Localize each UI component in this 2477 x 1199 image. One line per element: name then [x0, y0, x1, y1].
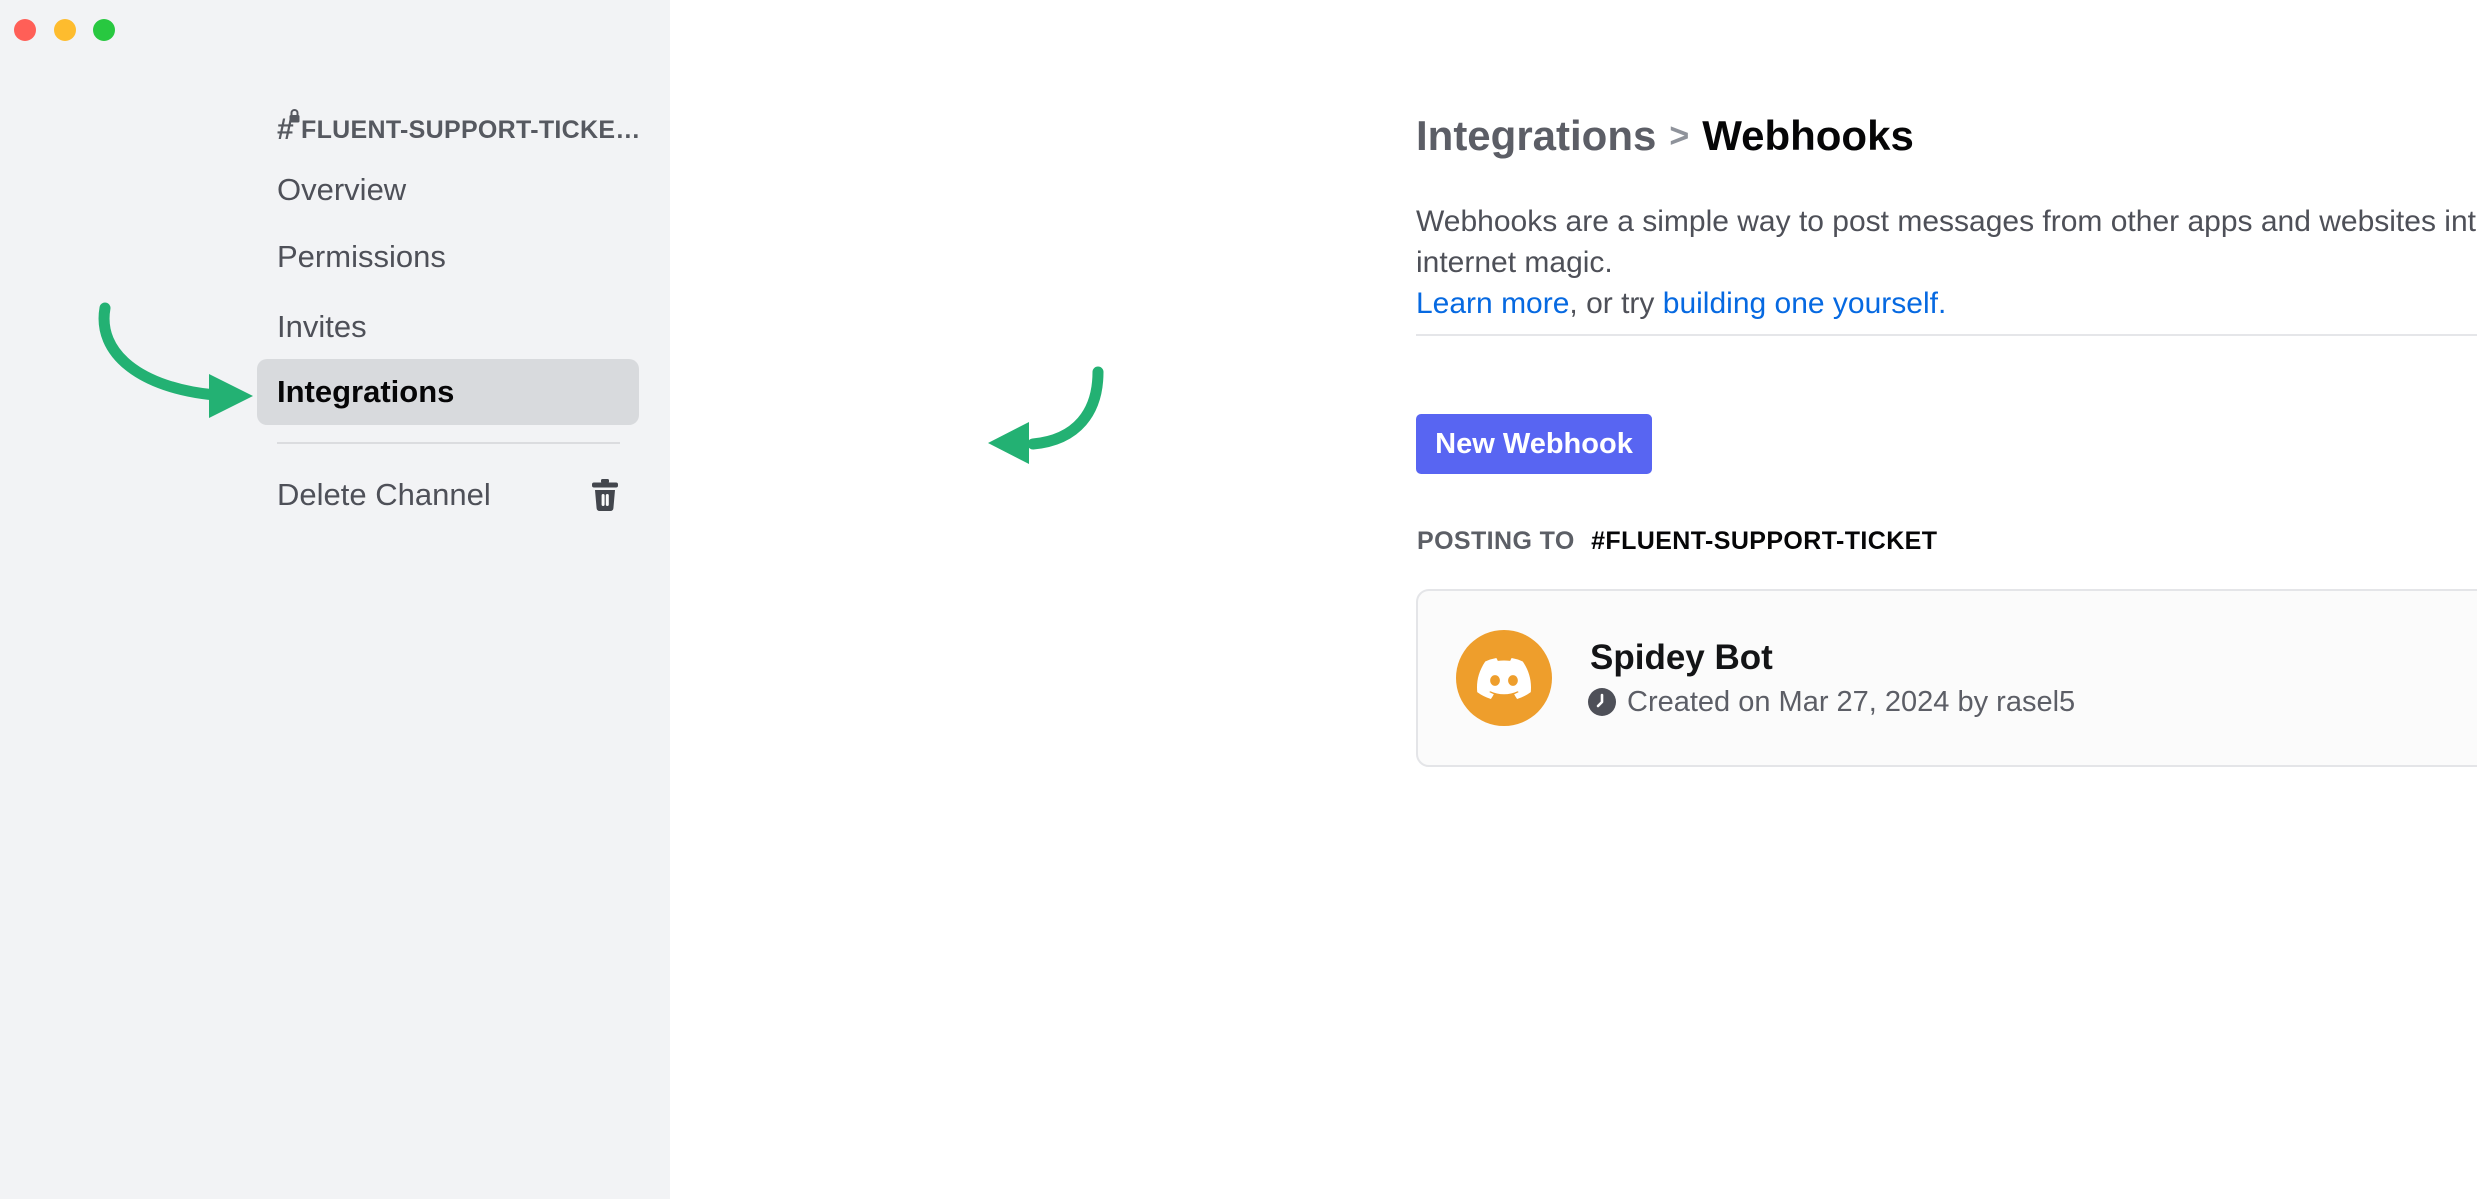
channel-settings-header: # FLUENT-SUPPORT-TICKE…: [277, 112, 641, 148]
lock-icon: [288, 109, 301, 123]
content-divider: [1416, 334, 2477, 336]
webhooks-settings-panel: Integrations > Webhooks Webhooks are a s…: [670, 0, 2477, 1199]
channel-name-label: FLUENT-SUPPORT-TICKE…: [301, 116, 641, 145]
sidebar-item-invites[interactable]: Invites: [257, 294, 639, 360]
sidebar-item-label: Integrations: [277, 374, 454, 410]
clock-icon: [1588, 688, 1616, 716]
delete-channel-button[interactable]: Delete Channel: [257, 462, 639, 528]
posting-to-label: POSTING TO: [1417, 527, 1575, 555]
webhook-created-row: Created on Mar 27, 2024 by rasel5: [1588, 687, 2075, 717]
traffic-light-minimize-button[interactable]: [54, 19, 76, 41]
page-title-webhooks: Webhooks: [1702, 112, 1914, 160]
building-one-yourself-link[interactable]: building one yourself.: [1663, 287, 1947, 320]
description-middle-text: , or try: [1569, 287, 1662, 320]
traffic-light-close-button[interactable]: [14, 19, 36, 41]
traffic-light-zoom-button[interactable]: [93, 19, 115, 41]
sidebar-divider: [277, 442, 620, 444]
sidebar-item-permissions[interactable]: Permissions: [257, 224, 639, 290]
channel-settings-sidebar: # FLUENT-SUPPORT-TICKE… Overview Permiss…: [0, 0, 670, 1199]
channel-hash-icon: #: [277, 115, 294, 145]
sidebar-item-label: Permissions: [277, 239, 446, 275]
delete-channel-label: Delete Channel: [277, 477, 491, 513]
sidebar-item-overview[interactable]: Overview: [257, 157, 639, 223]
new-webhook-button[interactable]: New Webhook: [1416, 414, 1652, 474]
breadcrumb: Integrations > Webhooks: [1416, 112, 1914, 160]
trash-icon: [591, 479, 619, 511]
sidebar-item-label: Invites: [277, 309, 367, 345]
webhook-card-spidey-bot[interactable]: Spidey Bot Created on Mar 27, 2024 by ra…: [1416, 589, 2477, 767]
posting-to-heading: POSTING TO #FLUENT-SUPPORT-TICKET: [1417, 527, 1937, 556]
sidebar-item-label: Overview: [277, 172, 406, 208]
webhooks-description: Webhooks are a simple way to post messag…: [1416, 201, 2477, 324]
webhook-created-text: Created on Mar 27, 2024 by rasel5: [1627, 686, 2075, 719]
webhook-name: Spidey Bot: [1590, 638, 1773, 678]
learn-more-link[interactable]: Learn more: [1416, 287, 1569, 320]
breadcrumb-integrations[interactable]: Integrations: [1416, 112, 1656, 160]
discord-logo-icon: [1477, 658, 1531, 699]
new-webhook-button-label: New Webhook: [1435, 428, 1633, 461]
sidebar-item-integrations-selected[interactable]: Integrations: [257, 359, 639, 425]
posting-to-channel: #FLUENT-SUPPORT-TICKET: [1591, 527, 1937, 555]
breadcrumb-separator: >: [1669, 117, 1689, 156]
description-text: Webhooks are a simple way to post messag…: [1416, 205, 2477, 279]
webhook-avatar: [1456, 630, 1552, 726]
